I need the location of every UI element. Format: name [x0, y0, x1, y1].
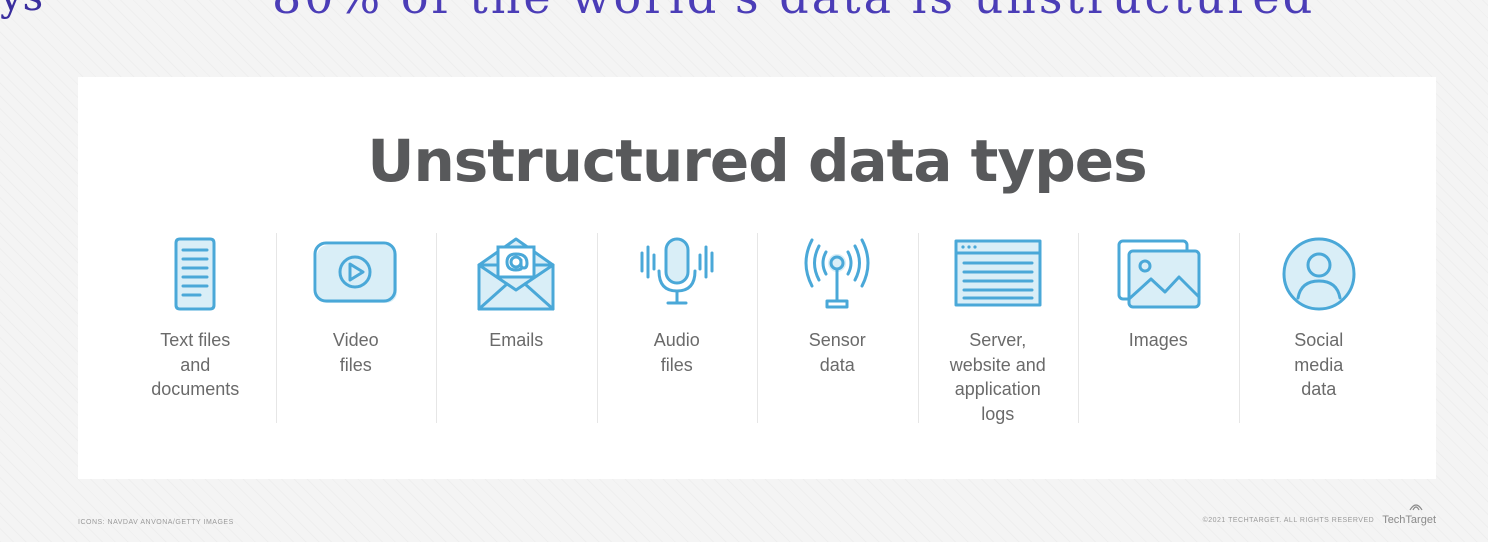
data-type-images: Images: [1078, 227, 1239, 427]
techtarget-logo: TechTarget: [1382, 504, 1436, 526]
page-caption: 80% of the world's data is unstructured: [272, 0, 1312, 22]
data-type-label: Emails: [489, 330, 544, 350]
footer-brand: ©2021 TECHTARGET. ALL RIGHTS RESERVED Te…: [1202, 504, 1436, 526]
data-type-text-files: Text files and documents: [115, 227, 276, 427]
data-type-label: Images: [1128, 330, 1188, 350]
microphone-icon: [632, 235, 722, 313]
infographic-title: Unstructured data types: [367, 127, 1147, 195]
data-types-row: Text files and documents Video files Ema…: [115, 227, 1399, 427]
top-caption-strip: ys 80% of the world's data is unstructur…: [0, 0, 1488, 22]
email-envelope-icon: [471, 235, 561, 313]
data-type-audio-files: Audio files: [596, 227, 758, 427]
data-type-sensor-data: Sensor data: [757, 227, 918, 427]
document-icon: [150, 235, 240, 313]
data-type-label: Video files: [332, 330, 379, 375]
image-gallery-icon: [1113, 235, 1203, 313]
data-type-emails: Emails: [436, 227, 597, 427]
browser-window-icon: [953, 235, 1043, 313]
antenna-signal-icon: [792, 235, 882, 313]
data-type-label: Text files and documents: [151, 330, 240, 399]
data-type-label: Social media data: [1294, 330, 1344, 399]
caption-fragment-left: ys: [0, 0, 43, 20]
brand-name: TechTarget: [1382, 514, 1436, 526]
data-type-label: Server, website and application logs: [949, 330, 1046, 424]
user-profile-icon: [1274, 235, 1364, 313]
data-type-server-logs: Server, website and application logs: [917, 227, 1079, 427]
icon-credit: ICONS: NAVDAV ANVONA/GETTY IMAGES: [78, 519, 234, 526]
data-type-social-media: Social media data: [1238, 227, 1400, 427]
brand-arc-icon: [1409, 504, 1423, 511]
data-type-video-files: Video files: [275, 227, 437, 427]
data-type-label: Audio files: [653, 330, 700, 375]
video-play-icon: [311, 235, 401, 313]
infographic-card: Unstructured data types Text files and d…: [78, 77, 1436, 479]
data-type-label: Sensor data: [808, 330, 866, 375]
copyright-notice: ©2021 TECHTARGET. ALL RIGHTS RESERVED: [1202, 516, 1375, 524]
